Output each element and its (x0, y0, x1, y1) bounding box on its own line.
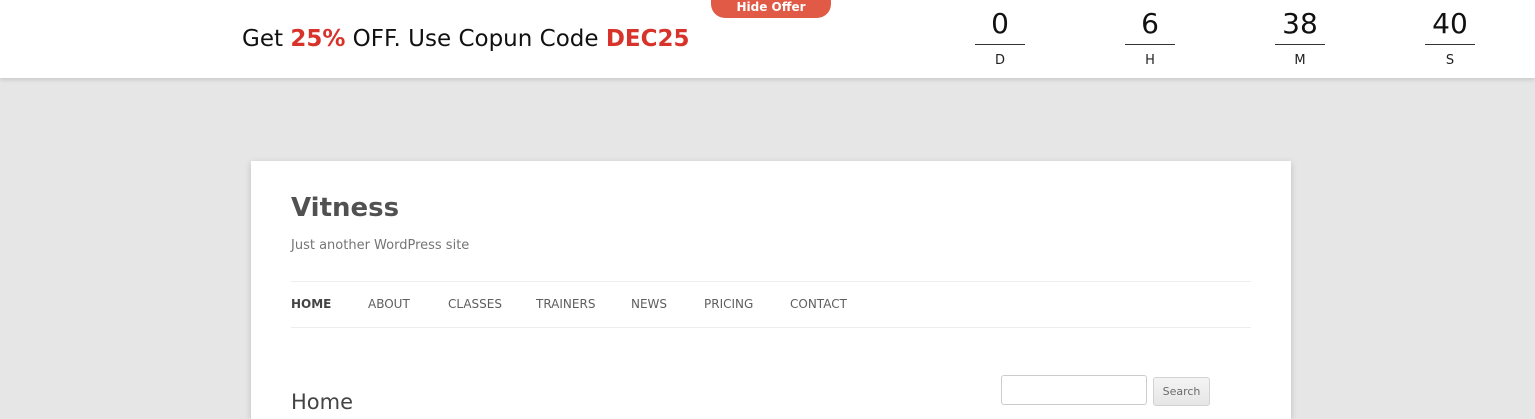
search-input[interactable] (1001, 375, 1147, 405)
offer-text-prefix: Get (242, 26, 291, 52)
nav-item-news[interactable]: NEWS (631, 297, 667, 311)
countdown-days-value: 0 (975, 4, 1025, 45)
countdown-days-label: D (994, 53, 1005, 68)
page-title: Home (291, 390, 354, 415)
nav-item-home[interactable]: HOME (291, 297, 331, 311)
countdown-minutes-value: 38 (1275, 4, 1325, 45)
nav-item-trainers[interactable]: TRAINERS (536, 297, 595, 311)
site-title-link[interactable]: Vitness (291, 193, 399, 223)
nav-item-classes[interactable]: CLASSES (448, 297, 502, 311)
coupon-code: DEC25 (605, 26, 690, 52)
main-navigation: HOME ABOUT CLASSES TRAINERS NEWS PRICING… (291, 281, 1251, 328)
countdown-seconds-value: 40 (1425, 4, 1475, 45)
countdown-hours-label: H (1145, 53, 1155, 68)
offer-bar: Hide Offer Get 25% OFF. Use Copun Code D… (0, 0, 1535, 78)
countdown-seconds-label: S (1445, 53, 1455, 68)
countdown-hours-value: 6 (1125, 4, 1175, 45)
site-container: Vitness Just another WordPress site HOME… (251, 161, 1291, 419)
countdown-minutes: 38 M (1275, 4, 1325, 68)
search-button[interactable]: Search (1153, 377, 1210, 406)
offer-text: Get 25% OFF. Use Copun Code DEC25 (242, 26, 690, 52)
countdown-hours: 6 H (1125, 4, 1175, 68)
countdown-days: 0 D (975, 4, 1025, 68)
hide-offer-button[interactable]: Hide Offer (711, 0, 831, 18)
nav-item-pricing[interactable]: PRICING (704, 297, 753, 311)
offer-text-middle: OFF. Use Copun Code (345, 26, 606, 52)
countdown-minutes-label: M (1294, 53, 1306, 68)
offer-percent: 25% (290, 26, 346, 52)
nav-item-contact[interactable]: CONTACT (790, 297, 847, 311)
nav-item-about[interactable]: ABOUT (368, 297, 410, 311)
site-tagline: Just another WordPress site (291, 238, 470, 253)
countdown-seconds: 40 S (1425, 4, 1475, 68)
